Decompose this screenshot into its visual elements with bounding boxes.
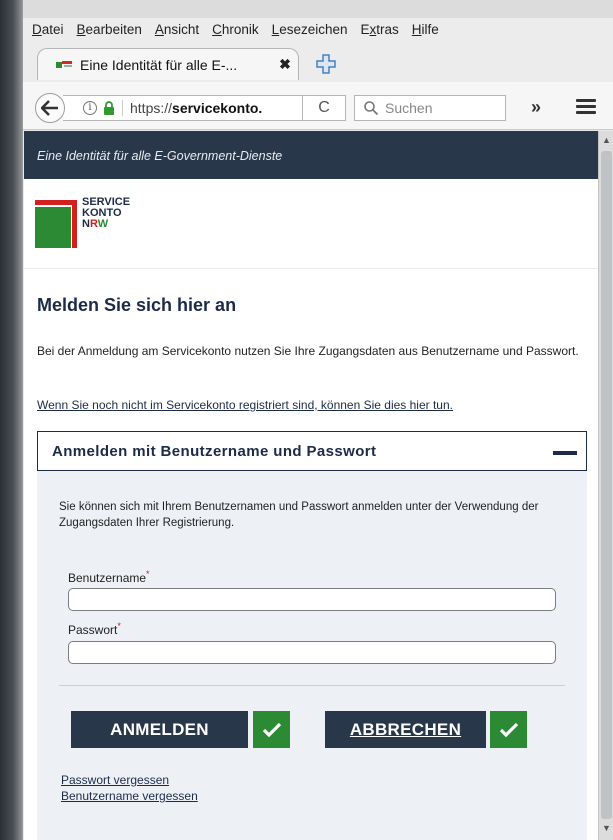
scroll-up-arrow-icon[interactable]: ▲ (599, 135, 613, 149)
password-label: Passwort* (68, 621, 121, 637)
new-tab-plus-icon[interactable] (314, 52, 338, 76)
browser-window: Datei Bearbeiten Ansicht Chronik Lesezei… (22, 0, 613, 840)
page-title: Melden Sie sich hier an (37, 295, 237, 315)
register-link[interactable]: Wenn Sie noch nicht im Servicekonto regi… (37, 398, 453, 412)
window-title-strip (23, 0, 613, 18)
menu-bearbeiten[interactable]: Bearbeiten (77, 22, 142, 37)
logo-text: SERVICE KONTO NRW (82, 197, 130, 230)
username-label: Benutzername* (68, 569, 150, 585)
tab-title: Eine Identität für alle E-... (80, 56, 238, 73)
menu-label: esezeichen (279, 21, 348, 37)
panel-description: Sie können sich mit Ihrem Benutzernamen … (59, 501, 539, 529)
required-marker: * (117, 621, 121, 631)
url-prefix: https:// (130, 100, 173, 116)
menu-label: hronik (221, 21, 259, 37)
accordion-title: Anmelden mit Benutzername und Passwort (52, 443, 377, 460)
navigation-toolbar: i https://servicekonto. C Suchen » (23, 82, 613, 130)
servicekonto-nrw-logo[interactable]: SERVICE KONTO NRW (35, 197, 165, 253)
username-label-text: Benutzername (68, 571, 147, 585)
reload-button[interactable]: C (302, 95, 346, 121)
page-viewport: Eine Identität für alle E-Government-Die… (24, 131, 598, 840)
desktop-background (0, 0, 22, 840)
forgot-password-link[interactable]: Passwort vergessen (61, 773, 169, 787)
tab-strip: Eine Identität für alle E-... ✖ (23, 40, 613, 82)
url-text[interactable]: https://servicekonto. (130, 100, 262, 116)
panel-divider (59, 685, 565, 686)
menu-accel: C (212, 21, 222, 37)
menu-accel: B (76, 21, 86, 37)
lock-icon[interactable] (103, 101, 115, 115)
info-icon[interactable]: i (83, 101, 97, 115)
login-checkmark-icon[interactable] (253, 711, 290, 748)
required-marker: * (146, 569, 150, 579)
menu-label: tras (376, 21, 399, 37)
login-accordion-header[interactable]: Anmelden mit Benutzername und Passwort (37, 431, 587, 471)
toolbar-overflow-button[interactable]: » (523, 96, 549, 120)
menu-bar: Datei Bearbeiten Ansicht Chronik Lesezei… (23, 18, 613, 40)
menu-label: ilfe (421, 21, 439, 37)
url-separator (122, 100, 123, 116)
search-placeholder: Suchen (385, 100, 433, 116)
cancel-checkmark-icon[interactable] (490, 711, 527, 748)
scroll-down-arrow-icon[interactable]: ▼ (599, 823, 613, 837)
cancel-button[interactable]: ABBRECHEN (325, 711, 486, 748)
collapse-minus-icon[interactable] (553, 451, 577, 455)
forgot-username-link[interactable]: Benutzername vergessen (61, 789, 198, 803)
scroll-thumb[interactable] (601, 151, 612, 819)
site-header: Eine Identität für alle E-Government-Die… (24, 131, 598, 179)
tab-active[interactable]: Eine Identität für alle E-... ✖ (37, 48, 299, 80)
login-button[interactable]: ANMELDEN (71, 711, 248, 748)
hamburger-menu-icon[interactable] (576, 99, 596, 115)
logo-area: SERVICE KONTO NRW (24, 179, 598, 269)
menu-extras[interactable]: Extras (361, 22, 399, 37)
password-label-text: Passwort (68, 623, 118, 637)
logo-red-vertical (72, 200, 77, 248)
menu-chronik[interactable]: Chronik (212, 22, 259, 37)
close-tab-icon[interactable]: ✖ (272, 56, 298, 73)
vertical-scrollbar[interactable]: ▲ ▼ (598, 131, 613, 840)
menu-hilfe[interactable]: Hilfe (412, 22, 439, 37)
back-button[interactable] (35, 93, 65, 123)
menu-label: earbeiten (85, 21, 142, 37)
search-bar[interactable]: Suchen (354, 95, 506, 121)
menu-accel: D (32, 21, 42, 37)
menu-datei[interactable]: Datei (32, 22, 64, 37)
logo-green-square (35, 207, 71, 248)
menu-label: atei (41, 21, 64, 37)
logo-line-nrw: NRW (82, 218, 109, 230)
menu-accel: A (154, 21, 164, 37)
menu-ansicht[interactable]: Ansicht (155, 22, 199, 37)
menu-label-pre: E (360, 21, 370, 37)
search-icon (364, 101, 379, 116)
servicekonto-favicon-icon (56, 60, 72, 69)
menu-lesezeichen[interactable]: Lesezeichen (272, 22, 348, 37)
password-input[interactable] (68, 641, 556, 664)
intro-text: Bei der Anmeldung am Servicekonto nutzen… (37, 344, 579, 358)
back-arrow-icon (41, 100, 58, 116)
menu-label: nsicht (163, 21, 200, 37)
site-tagline: Eine Identität für alle E-Government-Die… (37, 149, 283, 163)
username-input[interactable] (68, 588, 556, 611)
url-host: servicekonto. (172, 100, 263, 116)
reload-icon: C (318, 99, 330, 116)
login-panel: Sie können sich mit Ihrem Benutzernamen … (37, 471, 587, 840)
menu-accel: H (411, 21, 422, 37)
logo-red-bar (35, 200, 77, 205)
